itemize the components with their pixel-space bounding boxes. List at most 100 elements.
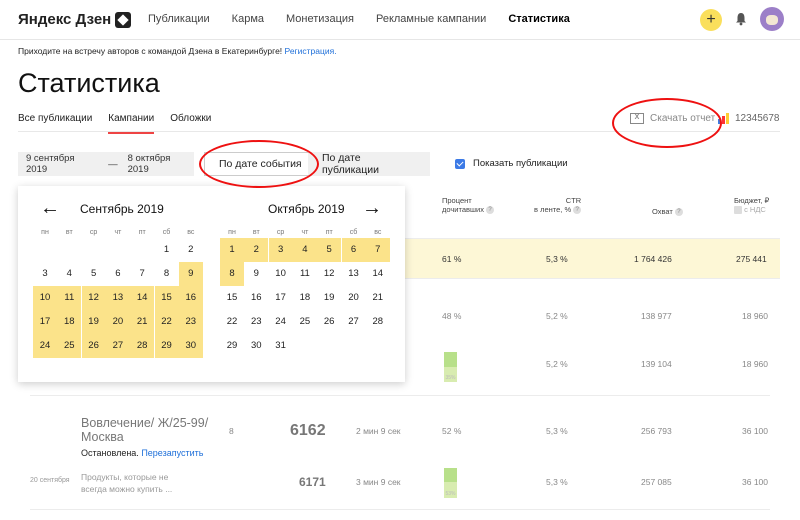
september-day[interactable]: 5 [82, 262, 106, 286]
row-divider [30, 509, 770, 510]
october-day[interactable]: 21 [366, 286, 390, 310]
help-icon[interactable]: ? [573, 206, 582, 215]
nav-item[interactable]: Монетизация [286, 13, 354, 25]
september-day[interactable]: 14 [130, 286, 155, 310]
october-day[interactable]: 2 [244, 238, 269, 262]
september-day[interactable]: 1 [155, 238, 179, 262]
october-day[interactable]: 8 [220, 262, 244, 286]
september-day[interactable]: 28 [130, 334, 155, 358]
add-button[interactable]: + [700, 9, 722, 31]
mini-bar-fill [444, 468, 457, 482]
by-publication-date-button[interactable]: По дате публикации [308, 152, 430, 176]
logo[interactable]: Яндекс Дзен [18, 11, 132, 28]
nav-item[interactable]: Карма [232, 13, 264, 25]
checkbox-checked-icon[interactable] [455, 158, 465, 169]
bell-icon[interactable] [734, 12, 748, 26]
september-day[interactable]: 20 [105, 310, 130, 334]
september-day[interactable]: 26 [81, 334, 106, 358]
september-day[interactable]: 3 [33, 262, 57, 286]
september-day[interactable]: 6 [106, 262, 130, 286]
october-day[interactable]: 12 [317, 262, 341, 286]
october-day[interactable]: 22 [220, 310, 244, 334]
september-day[interactable]: 4 [57, 262, 81, 286]
september-day[interactable]: 15 [154, 286, 179, 310]
by-event-date-button[interactable]: По дате события [204, 152, 317, 176]
date-range-picker[interactable]: 9 сентября 2019 — 8 октября 2019 [18, 152, 194, 176]
header-reach[interactable]: Охват ? [652, 207, 683, 217]
october-day[interactable]: 29 [220, 334, 244, 358]
download-report-button[interactable]: X Скачать отчет [630, 113, 715, 124]
checkbox-icon[interactable] [734, 206, 742, 215]
october-day[interactable]: 16 [244, 286, 268, 310]
september-day[interactable]: 30 [178, 334, 203, 358]
september-day[interactable]: 12 [81, 286, 106, 310]
september-day[interactable]: 17 [33, 310, 57, 334]
september-day[interactable]: 23 [178, 310, 203, 334]
september-day[interactable]: 11 [57, 286, 82, 310]
september-day[interactable]: 2 [179, 238, 203, 262]
october-day[interactable]: 5 [317, 238, 342, 262]
september-day[interactable]: 16 [178, 286, 203, 310]
september-day[interactable]: 9 [178, 262, 203, 286]
publication-title[interactable]: Продукты, которые не всегда можно купить… [81, 471, 191, 495]
september-day[interactable]: 24 [33, 334, 57, 358]
october-day[interactable]: 23 [244, 310, 268, 334]
october-day[interactable]: 14 [366, 262, 390, 286]
september-day[interactable]: 8 [155, 262, 179, 286]
weekday-label: пн [228, 229, 236, 236]
october-day[interactable]: 30 [244, 334, 268, 358]
nav-item[interactable]: Статистика [508, 13, 570, 25]
october-day[interactable]: 19 [317, 286, 341, 310]
october-day[interactable]: 27 [342, 310, 366, 334]
october-day[interactable]: 7 [365, 238, 390, 262]
header-budget[interactable]: Бюджет, ₽ с НДС [734, 196, 769, 215]
october-day[interactable]: 26 [317, 310, 341, 334]
nav-item[interactable]: Публикации [148, 13, 210, 25]
october-day[interactable]: 28 [366, 310, 390, 334]
row2-budget: 18 960 [742, 311, 768, 321]
october-day[interactable]: 4 [292, 238, 317, 262]
header-ctr[interactable]: CTR в ленте, % ? [534, 196, 582, 215]
october-day[interactable]: 31 [269, 334, 293, 358]
october-day[interactable]: 3 [268, 238, 293, 262]
september-day[interactable]: 21 [130, 310, 155, 334]
october-day[interactable]: 20 [342, 286, 366, 310]
nav-item[interactable]: Рекламные кампании [376, 13, 486, 25]
september-day[interactable]: 18 [57, 310, 82, 334]
registration-link[interactable]: Регистрация. [285, 46, 337, 56]
weekday-label: сб [349, 229, 358, 236]
september-day[interactable]: 19 [81, 310, 106, 334]
counter-id-value: 12345678 [735, 113, 780, 124]
september-day[interactable]: 13 [105, 286, 130, 310]
help-icon[interactable]: ? [674, 208, 683, 217]
october-day[interactable]: 13 [342, 262, 366, 286]
october-day[interactable]: 1 [220, 238, 244, 262]
restart-campaign-link[interactable]: Перезапустить [141, 448, 203, 458]
october-day[interactable]: 17 [269, 286, 293, 310]
campaign-budget: 36 100 [742, 426, 768, 436]
publication-views: 6171 [299, 475, 326, 489]
prev-month-arrow-icon[interactable]: ← [40, 197, 60, 220]
avatar[interactable] [760, 7, 784, 31]
show-publications-toggle[interactable]: Показать публикации [455, 158, 568, 169]
october-day[interactable]: 15 [220, 286, 244, 310]
october-day[interactable]: 24 [269, 310, 293, 334]
september-day[interactable]: 27 [105, 334, 130, 358]
september-day[interactable]: 22 [154, 310, 179, 334]
help-icon[interactable]: ? [486, 206, 495, 215]
campaign-name[interactable]: Вовлечение/ Ж/25-99/ Москва [81, 416, 221, 444]
october-day[interactable]: 6 [341, 238, 366, 262]
september-day[interactable]: 29 [154, 334, 179, 358]
header-read-percent[interactable]: Процент дочитавших ? [442, 196, 495, 215]
september-day[interactable]: 25 [57, 334, 82, 358]
september-day[interactable]: 7 [130, 262, 154, 286]
september-day[interactable]: 10 [33, 286, 57, 310]
right-month-title: Октябрь 2019 [268, 202, 345, 216]
next-month-arrow-icon[interactable]: → [362, 197, 382, 220]
october-day[interactable]: 25 [293, 310, 317, 334]
october-day[interactable]: 10 [269, 262, 293, 286]
october-day[interactable]: 11 [293, 262, 317, 286]
header-reach-label: Охват [652, 207, 673, 216]
october-day[interactable]: 18 [293, 286, 317, 310]
october-day[interactable]: 9 [244, 262, 268, 286]
